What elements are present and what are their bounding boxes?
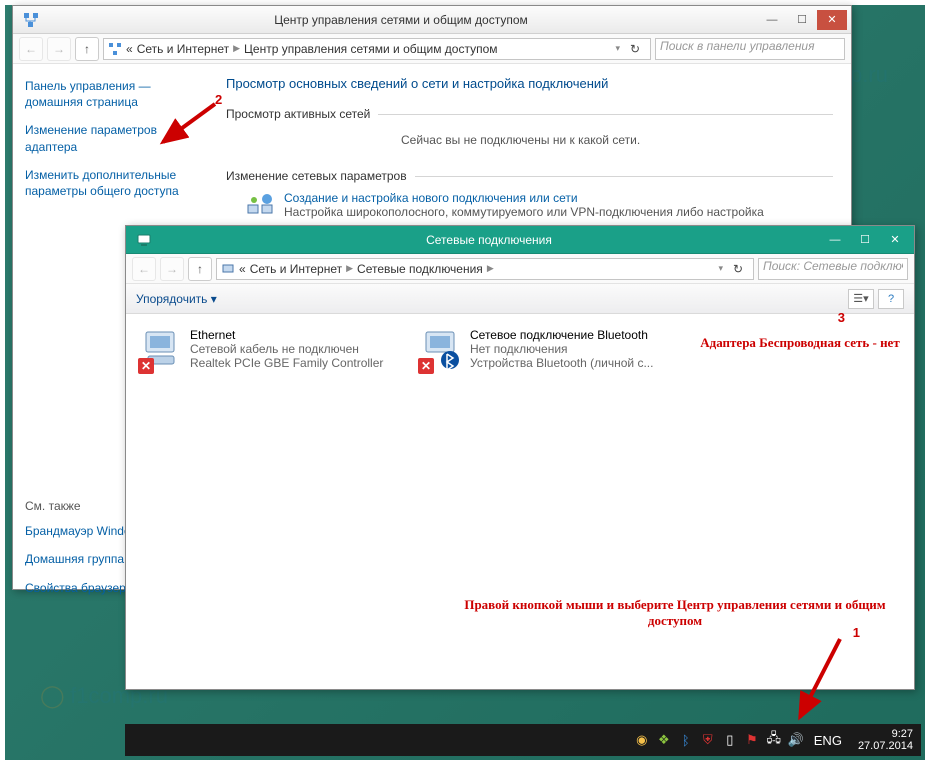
address-bar[interactable]: « Сеть и Интернет ▶ Центр управления сет… [103, 38, 651, 60]
close-button[interactable]: ✕ [817, 10, 847, 30]
network-center-icon [108, 42, 122, 56]
new-connection-icon [246, 191, 274, 219]
breadcrumb-prefix: « [126, 42, 133, 56]
minimize-button[interactable]: — [820, 230, 850, 250]
bluetooth-icon: ✕ [420, 328, 462, 370]
maximize-button[interactable]: ☐ [850, 230, 880, 250]
sharing-settings-link[interactable]: Изменить дополнительные параметры общего… [25, 167, 196, 199]
tray-icon[interactable]: ⛨ [700, 732, 716, 748]
tray-icon[interactable]: ◉ [634, 732, 650, 748]
titlebar[interactable]: Сетевые подключения — ☐ ✕ [126, 226, 914, 254]
bluetooth-adapter[interactable]: ✕ Сетевое подключение Bluetooth Нет подк… [420, 328, 680, 673]
window-title: Сетевые подключения [158, 233, 820, 247]
adapter-settings-link[interactable]: Изменение параметров адаптера [25, 122, 196, 154]
tray-icon[interactable]: ⚑ [744, 732, 760, 748]
back-button[interactable]: ← [132, 257, 156, 281]
network-center-icon [21, 10, 41, 30]
no-networks-message: Сейчас вы не подключены ни к какой сети. [226, 129, 833, 161]
address-bar[interactable]: « Сеть и Интернет ▶ Сетевые подключения … [216, 258, 754, 280]
ethernet-adapter[interactable]: ✕ Ethernet Сетевой кабель не подключен R… [140, 328, 400, 673]
breadcrumb-item[interactable]: Сеть и Интернет [250, 262, 342, 276]
chevron-right-icon: ▶ [346, 263, 353, 274]
network-tray-icon[interactable]: 🖧 [766, 732, 782, 748]
adapter-status: Сетевой кабель не подключен [190, 342, 383, 356]
organize-menu[interactable]: Упорядочить ▾ [136, 292, 217, 306]
titlebar[interactable]: Центр управления сетями и общим доступом… [13, 6, 851, 34]
search-input[interactable] [655, 38, 845, 60]
breadcrumb-item[interactable]: Сетевые подключения [357, 262, 483, 276]
tray-icon[interactable]: ❖ [656, 732, 672, 748]
language-indicator[interactable]: ENG [810, 732, 846, 748]
refresh-button[interactable]: ↻ [624, 42, 646, 56]
new-connection-desc: Настройка широкополосного, коммутируемог… [284, 205, 764, 219]
page-heading: Просмотр основных сведений о сети и наст… [226, 76, 833, 91]
back-button[interactable]: ← [19, 37, 43, 61]
chevron-right-icon: ▶ [487, 263, 494, 274]
change-settings-heading: Изменение сетевых параметров [226, 169, 407, 183]
chevron-down-icon[interactable]: ▾ [615, 43, 620, 54]
chevron-down-icon[interactable]: ▾ [718, 263, 723, 274]
error-badge-icon: ✕ [138, 358, 154, 374]
breadcrumb-item[interactable]: Центр управления сетями и общим доступом [244, 42, 498, 56]
up-button[interactable]: ↑ [188, 257, 212, 281]
battery-tray-icon[interactable]: ▯ [722, 732, 738, 748]
window-title: Центр управления сетями и общим доступом [45, 13, 757, 27]
active-networks-heading: Просмотр активных сетей [226, 107, 370, 121]
forward-button[interactable]: → [47, 37, 71, 61]
adapter-name: Ethernet [190, 328, 383, 342]
network-connections-icon [221, 262, 235, 276]
clock[interactable]: 9:27 27.07.2014 [858, 728, 913, 752]
nav-toolbar: ← → ↑ « Сеть и Интернет ▶ Сетевые подклю… [126, 254, 914, 284]
new-connection-link[interactable]: Создание и настройка нового подключения … [284, 191, 578, 205]
bluetooth-tray-icon[interactable]: ᛒ [678, 732, 694, 748]
volume-tray-icon[interactable]: 🔊 [788, 732, 804, 748]
close-button[interactable]: ✕ [880, 230, 910, 250]
nav-toolbar: ← → ↑ « Сеть и Интернет ▶ Центр управлен… [13, 34, 851, 64]
adapter-name: Сетевое подключение Bluetooth [470, 328, 653, 342]
view-menu-button[interactable]: ☰▾ [848, 289, 874, 309]
up-button[interactable]: ↑ [75, 37, 99, 61]
adapter-status: Нет подключения [470, 342, 653, 356]
network-connections-window: Сетевые подключения — ☐ ✕ ← → ↑ « Сеть и… [125, 225, 915, 690]
maximize-button[interactable]: ☐ [787, 10, 817, 30]
refresh-button[interactable]: ↻ [727, 262, 749, 276]
network-connections-icon [134, 230, 154, 250]
forward-button[interactable]: → [160, 257, 184, 281]
breadcrumb-item[interactable]: Сеть и Интернет [137, 42, 229, 56]
time: 9:27 [858, 728, 913, 740]
adapter-device: Realtek PCIe GBE Family Controller [190, 356, 383, 370]
command-bar: Упорядочить ▾ ☰▾ ? [126, 284, 914, 314]
date: 27.07.2014 [858, 740, 913, 752]
help-button[interactable]: ? [878, 289, 904, 309]
control-panel-home-link[interactable]: Панель управления — домашняя страница [25, 78, 196, 110]
ethernet-icon: ✕ [140, 328, 182, 370]
adapter-device: Устройства Bluetooth (личной с... [470, 356, 653, 370]
error-badge-icon: ✕ [418, 358, 434, 374]
taskbar[interactable]: ◉ ❖ ᛒ ⛨ ▯ ⚑ 🖧 🔊 ENG 9:27 27.07.2014 [125, 724, 921, 756]
connections-list: ✕ Ethernet Сетевой кабель не подключен R… [126, 314, 914, 687]
search-input[interactable] [758, 258, 908, 280]
minimize-button[interactable]: — [757, 10, 787, 30]
breadcrumb-prefix: « [239, 262, 246, 276]
chevron-right-icon: ▶ [233, 43, 240, 54]
